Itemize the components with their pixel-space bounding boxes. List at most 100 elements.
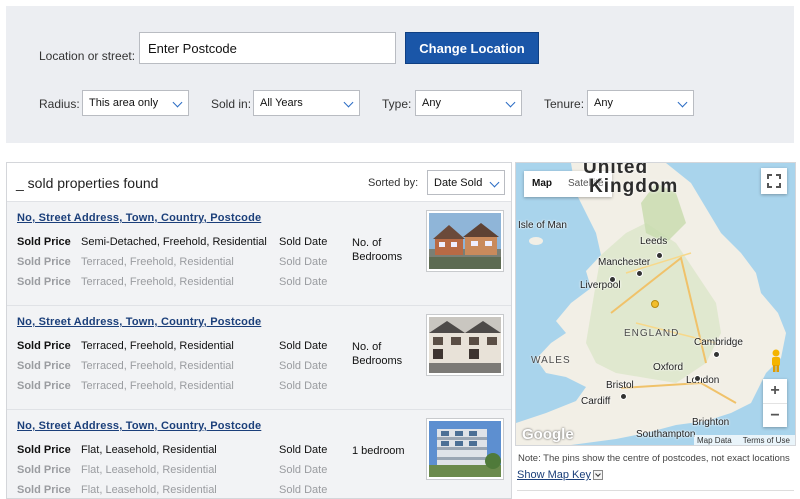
sort-select[interactable]: Date Sold: [427, 170, 505, 195]
divider: [517, 490, 794, 491]
property-description: Semi-Detached, Freehold, Residential: [81, 236, 267, 248]
type-label: Type:: [382, 97, 412, 111]
location-input[interactable]: [139, 32, 396, 64]
house-photo-icon: [429, 213, 501, 269]
bedrooms-count: No. of Bedrooms: [352, 237, 403, 263]
map-label-manchester: Manchester: [598, 257, 651, 268]
zoom-control: + −: [763, 379, 787, 427]
property-thumbnail[interactable]: [426, 210, 504, 272]
sold-price-label: Sold Price: [17, 236, 71, 248]
city-dot: [656, 252, 663, 259]
sort-value: Date Sold: [434, 177, 483, 189]
sold-date: Sold Date: [279, 484, 328, 496]
property-address-link[interactable]: No, Street Address, Town, Country, Postc…: [17, 420, 261, 432]
sold-price-label: Sold Price: [17, 276, 71, 288]
property-thumbnail[interactable]: [426, 418, 504, 480]
sold-date: Sold Date: [279, 464, 328, 476]
sold-date: Sold Date: [279, 340, 328, 352]
city-dot: [713, 351, 720, 358]
location-label: Location or street:: [39, 49, 136, 63]
sold-price-label: Sold Price: [17, 380, 71, 392]
sold-in-value: All Years: [260, 97, 303, 109]
property-address-link[interactable]: No, Street Address, Town, Country, Postc…: [17, 212, 261, 224]
property-description: Terraced, Freehold, Residential: [81, 256, 234, 268]
sold-date: Sold Date: [279, 380, 328, 392]
results-panel: _ sold properties found Sorted by: Date …: [6, 162, 512, 499]
zoom-out-button[interactable]: −: [763, 403, 787, 427]
fullscreen-button[interactable]: [761, 168, 787, 194]
results-count: _ sold properties found: [16, 175, 159, 191]
sold-in-select[interactable]: All Years: [253, 90, 360, 116]
chevron-down-icon[interactable]: [593, 470, 603, 480]
sort-label: Sorted by:: [368, 177, 419, 189]
tenure-label: Tenure:: [544, 97, 585, 111]
type-select[interactable]: Any: [415, 90, 522, 116]
sold-in-label: Sold in:: [211, 97, 252, 111]
sold-date: Sold Date: [279, 276, 328, 288]
property-address-link[interactable]: No, Street Address, Town, Country, Postc…: [17, 316, 261, 328]
google-logo: Google: [522, 426, 574, 443]
sold-date: Sold Date: [279, 256, 328, 268]
city-dot: [609, 276, 616, 283]
map-title-bottom: Kingdom: [589, 176, 679, 197]
sold-price-label: Sold Price: [17, 484, 71, 496]
map-label-london: London: [686, 375, 720, 386]
search-filter-panel: Location or street: Change Location Radi…: [6, 6, 794, 143]
radius-select[interactable]: This area only: [82, 90, 189, 116]
chevron-down-icon: [343, 97, 354, 108]
chevron-down-icon: [505, 97, 516, 108]
map-label-england: ENGLAND: [624, 328, 680, 339]
tenure-value: Any: [594, 97, 613, 109]
zoom-in-button[interactable]: +: [763, 379, 787, 403]
city-dot: [620, 393, 627, 400]
type-value: Any: [422, 97, 441, 109]
property-description: Flat, Leasehold, Residential: [81, 484, 217, 496]
flat-photo-icon: [429, 421, 501, 477]
map-data-link[interactable]: Map Data: [697, 436, 732, 445]
map-label-bristol: Bristol: [606, 380, 634, 391]
city-dot: [694, 375, 701, 382]
chevron-down-icon: [677, 97, 688, 108]
tenure-select[interactable]: Any: [587, 90, 694, 116]
property-description: Terraced, Freehold, Residential: [81, 380, 234, 392]
map-pin[interactable]: [651, 300, 659, 308]
bedrooms-count: 1 bedroom: [352, 445, 405, 457]
map-label-isle-of-man: Isle of Man: [518, 220, 567, 231]
terms-of-use-link[interactable]: Terms of Use: [743, 436, 790, 445]
sold-price-label: Sold Price: [17, 444, 71, 456]
pegman-icon: [772, 349, 780, 372]
property-card: No, Street Address, Town, Country, Postc…: [7, 305, 511, 409]
property-description: Terraced, Freehold, Residential: [81, 340, 234, 352]
sold-date: Sold Date: [279, 444, 328, 456]
property-card: No, Street Address, Town, Country, Postc…: [7, 409, 511, 498]
sold-price-label: Sold Price: [17, 340, 71, 352]
change-location-button[interactable]: Change Location: [405, 32, 539, 64]
sold-price-label: Sold Price: [17, 256, 71, 268]
map-label-brighton: Brighton: [692, 417, 730, 428]
chevron-down-icon: [172, 97, 183, 108]
map-note: Note: The pins show the centre of postco…: [518, 453, 790, 464]
map-label-leeds: Leeds: [640, 236, 668, 247]
map-label-southampton: Southampton: [636, 429, 696, 440]
map-view[interactable]: Map Satellite United Kingdom Isle of Man…: [515, 162, 796, 446]
street-view-button[interactable]: [770, 349, 782, 373]
fullscreen-icon: [767, 174, 781, 188]
map-label-wales: WALES: [531, 355, 571, 366]
sold-price-label: Sold Price: [17, 464, 71, 476]
map-tab[interactable]: Map: [524, 171, 560, 197]
house-photo-icon: [429, 317, 501, 373]
chevron-down-icon: [489, 177, 500, 188]
property-description: Terraced, Freehold, Residential: [81, 360, 234, 372]
property-description: Flat, Leasehold, Residential: [81, 444, 217, 456]
sold-date: Sold Date: [279, 360, 328, 372]
map-label-cambridge: Cambridge: [694, 337, 743, 348]
property-description: Terraced, Freehold, Residential: [81, 276, 234, 288]
show-map-key-link[interactable]: Show Map Key: [517, 469, 591, 481]
map-label-cardiff: Cardiff: [581, 396, 611, 407]
sold-date: Sold Date: [279, 236, 328, 248]
radius-value: This area only: [89, 97, 159, 109]
property-thumbnail[interactable]: [426, 314, 504, 376]
sold-price-label: Sold Price: [17, 360, 71, 372]
map-label-oxford: Oxford: [653, 362, 684, 373]
radius-label: Radius:: [39, 97, 80, 111]
